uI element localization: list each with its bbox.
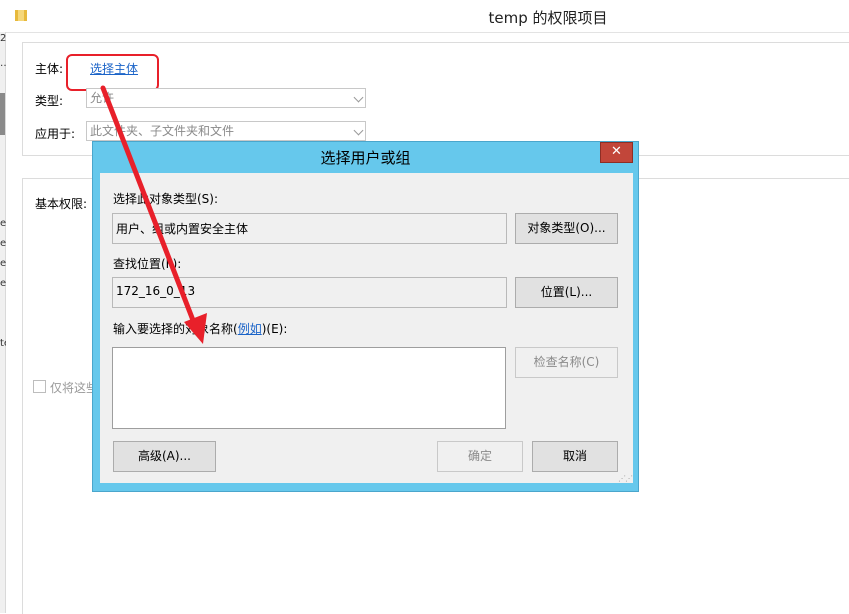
ok-button[interactable]: 确定 <box>437 441 523 472</box>
strip-text: 2 <box>0 33 6 44</box>
strip-text: te <box>0 338 6 349</box>
apply-to-label: 应用于: <box>35 127 76 141</box>
strip-scroll-thumb <box>0 93 5 135</box>
chevron-down-icon <box>353 92 364 103</box>
locations-button[interactable]: 位置(L)... <box>515 277 618 308</box>
object-names-input[interactable] <box>112 347 506 429</box>
type-dropdown[interactable]: 允许 <box>86 88 366 108</box>
annotation-highlight-box <box>66 54 159 91</box>
window-title: temp 的权限项目 <box>488 9 608 27</box>
object-type-label: 选择此对象类型(S): <box>113 192 219 206</box>
location-field: 172_16_0_13 <box>112 277 507 308</box>
close-icon[interactable]: ✕ <box>600 142 633 163</box>
only-apply-checkbox[interactable] <box>33 380 46 393</box>
object-types-button[interactable]: 对象类型(O)... <box>515 213 618 244</box>
location-label: 查找位置(F): <box>113 257 182 271</box>
examples-link[interactable]: 例如 <box>238 322 262 336</box>
dialog-title: 选择用户或组 <box>320 149 411 167</box>
basic-permissions-label: 基本权限: <box>35 197 88 211</box>
apply-to-dropdown-value: 此文件夹、子文件夹和文件 <box>90 124 235 138</box>
strip-text: e <box>0 218 6 229</box>
strip-text: e <box>0 278 6 289</box>
enter-names-label-prefix: 输入要选择的对象名称( <box>113 322 238 336</box>
enter-names-label: 输入要选择的对象名称(例如)(E): <box>113 320 287 337</box>
type-dropdown-value: 允许 <box>90 91 115 105</box>
cancel-button[interactable]: 取消 <box>532 441 618 472</box>
chevron-down-icon <box>353 125 364 136</box>
strip-text: … <box>0 58 6 69</box>
type-label: 类型: <box>35 94 64 108</box>
only-apply-label: 仅将这些 <box>50 381 99 395</box>
apply-to-dropdown[interactable]: 此文件夹、子文件夹和文件 <box>86 121 366 141</box>
principal-label: 主体: <box>35 62 64 76</box>
check-names-button[interactable]: 检查名称(C) <box>515 347 618 378</box>
strip-text: e <box>0 258 6 269</box>
object-type-field: 用户、组或内置安全主体 <box>112 213 507 244</box>
advanced-button[interactable]: 高级(A)... <box>113 441 216 472</box>
strip-text: e <box>0 238 6 249</box>
enter-names-label-suffix: )(E): <box>261 322 288 336</box>
resize-grip-icon[interactable]: ⋰⋰ <box>618 474 633 483</box>
